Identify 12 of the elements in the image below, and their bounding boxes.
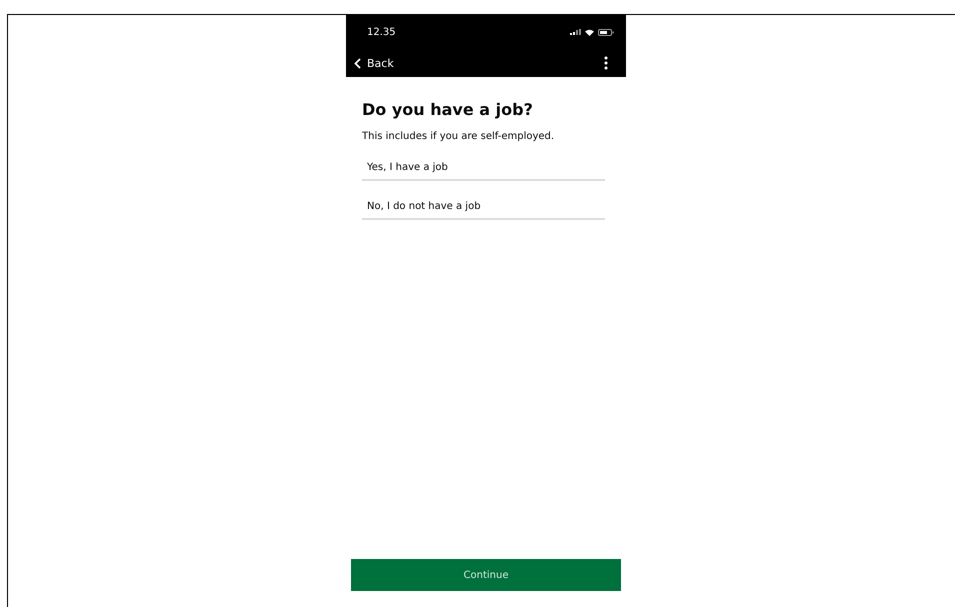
question-title: Do you have a job? bbox=[362, 100, 534, 119]
question-hint: This includes if you are self-employed. bbox=[362, 131, 556, 142]
signal-icon bbox=[570, 29, 581, 35]
answer-option[interactable]: No, I do not have a job bbox=[362, 195, 605, 220]
battery-icon bbox=[598, 28, 614, 36]
wifi-icon bbox=[585, 28, 594, 36]
back-button[interactable]: Back bbox=[354, 56, 394, 70]
status-time: 12.35 bbox=[367, 26, 397, 38]
continue-button[interactable]: Continue bbox=[351, 559, 621, 591]
chevron-icon bbox=[354, 58, 361, 68]
answer-option[interactable]: Yes, I have a job bbox=[362, 156, 605, 181]
more-icon[interactable] bbox=[604, 56, 608, 70]
